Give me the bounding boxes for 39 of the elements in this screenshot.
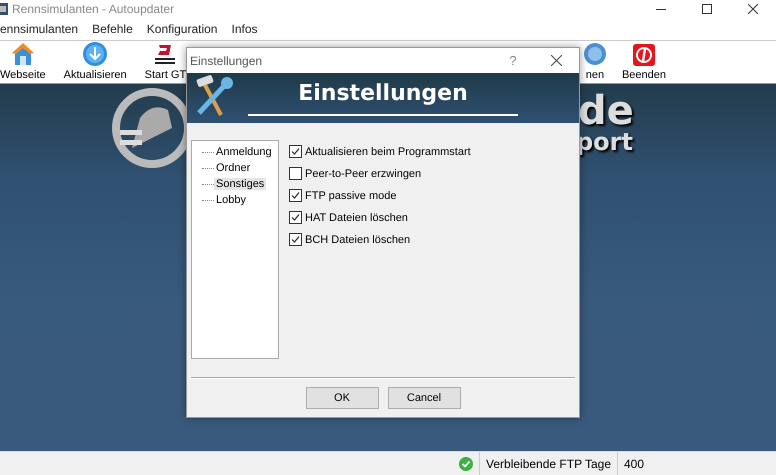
dialog-heading: Einstellungen (248, 81, 518, 116)
dialog-button[interactable]: Cancel (388, 387, 460, 409)
option-label: FTP passive mode (305, 190, 397, 202)
checkbox[interactable] (289, 145, 302, 158)
toolbar-button[interactable]: Aktualisieren (64, 41, 127, 81)
option-label: Aktualisieren beim Programmstart (305, 146, 471, 158)
status-value: 400 (617, 452, 760, 475)
maximize-icon[interactable] (702, 4, 712, 14)
dialog-button[interactable]: OK (306, 387, 378, 409)
globe-icon (582, 41, 608, 67)
menu-item[interactable]: Konfiguration (146, 22, 218, 36)
status-label: Verbleibende FTP Tage (479, 452, 617, 475)
power-icon (632, 43, 656, 67)
close-icon[interactable] (550, 55, 562, 66)
menu-item[interactable]: Befehle (92, 22, 133, 36)
checkbox[interactable] (289, 189, 302, 202)
toolbar-button[interactable]: Webseite (0, 41, 46, 81)
checkbox[interactable] (289, 211, 302, 224)
toolbar-button[interactable]: Start GT (144, 41, 186, 81)
checkbox[interactable] (289, 167, 302, 180)
tree-item[interactable]: Anmeldung (214, 146, 274, 158)
option-label: BCH Dateien löschen (305, 234, 410, 246)
help-button[interactable]: ? (493, 53, 533, 68)
option-label: Peer-to-Peer erzwingen (305, 168, 422, 180)
tree-item[interactable]: Ordner (214, 162, 252, 174)
menu-item[interactable]: ennsimulanten (0, 22, 78, 36)
tree-item[interactable]: Sonstiges (214, 178, 266, 190)
toolbar-button[interactable]: Beenden (622, 43, 666, 81)
dialog-title: Einstellungen (190, 54, 264, 68)
window-title: Rennsimulanten - Autoupdater (12, 2, 176, 16)
close-icon[interactable] (748, 4, 758, 14)
option-label: HAT Dateien löschen (305, 212, 408, 224)
toolbar-button[interactable]: nen (582, 41, 608, 81)
menu-item[interactable]: Infos (231, 22, 258, 36)
check-icon (459, 456, 474, 470)
app-icon (0, 3, 8, 15)
house-icon (10, 41, 36, 67)
checkbox[interactable] (289, 233, 302, 246)
tree-item[interactable]: Lobby (214, 194, 248, 206)
